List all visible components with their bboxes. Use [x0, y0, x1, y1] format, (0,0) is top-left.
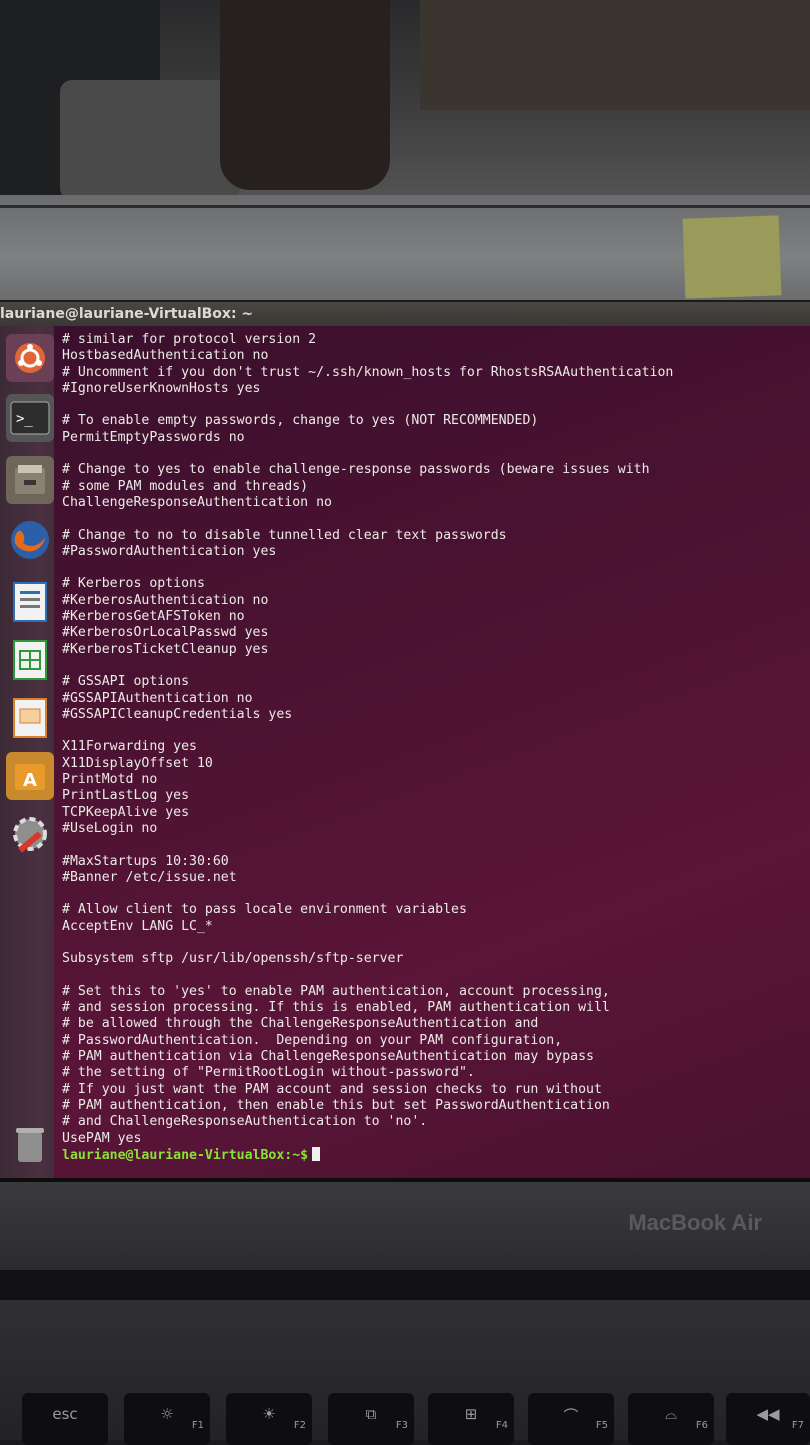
terminal-line: PrintLastLog yes: [62, 788, 190, 804]
key-label: esc: [52, 1405, 78, 1423]
terminal-line: ChallengeResponseAuthentication no: [62, 494, 332, 510]
shell-prompt[interactable]: lauriane@lauriane-VirtualBox:~$: [62, 1146, 807, 1163]
impress-icon[interactable]: [6, 694, 54, 742]
terminal-line: # similar for protocol version 2: [62, 332, 317, 347]
terminal-line: # Kerberos options: [62, 576, 205, 592]
terminal-line: X11Forwarding yes: [62, 739, 197, 755]
key-fn-label: F1: [191, 1420, 204, 1431]
terminal-line: AcceptEnv LANG LC_*: [62, 918, 213, 934]
key-fn-label: F5: [595, 1420, 608, 1431]
terminal-line: # To enable empty passwords, change to y…: [62, 413, 539, 429]
key-f2[interactable]: ☀ F2: [226, 1393, 312, 1445]
terminal-line: #KerberosAuthentication no: [62, 592, 269, 608]
laptop-bezel: MacBook Air: [0, 1182, 810, 1277]
terminal-line: PrintMotd no: [62, 772, 158, 788]
terminal-line: # Change to no to disable tunnelled clea…: [62, 527, 507, 543]
svg-text:A: A: [23, 770, 37, 791]
key-f1[interactable]: ☼ F1: [124, 1393, 210, 1445]
terminal-line: # the setting of "PermitRootLogin withou…: [62, 1065, 475, 1081]
firefox-icon[interactable]: [6, 516, 54, 564]
key-f3[interactable]: ⧉ F3: [328, 1393, 414, 1445]
key-f7[interactable]: ◀◀ F7: [726, 1393, 810, 1445]
terminal-line: Subsystem sftp /usr/lib/openssh/sftp-ser…: [62, 951, 404, 967]
terminal-line: # If you just want the PAM account and s…: [62, 1081, 602, 1097]
terminal-line: #KerberosOrLocalPasswd yes: [62, 625, 269, 641]
terminal-line: #PasswordAuthentication yes: [62, 543, 277, 559]
terminal-line: #GSSAPIAuthentication no: [62, 690, 253, 706]
shell-prompt-text: lauriane@lauriane-VirtualBox:~$: [62, 1147, 309, 1163]
svg-text:>_: >_: [16, 411, 33, 427]
key-f5[interactable]: ⌒ F5: [528, 1393, 614, 1445]
text-cursor: [312, 1146, 321, 1161]
background-object: [220, 0, 390, 190]
terminal-line: X11DisplayOffset 10: [62, 755, 213, 771]
background-object: [60, 80, 240, 200]
laptop-brand-label: MacBook Air: [628, 1210, 762, 1235]
terminal-line: # PAM authentication, then enable this b…: [62, 1097, 610, 1113]
terminal-line: TCPKeepAlive yes: [62, 804, 190, 820]
terminal-line: # be allowed through the ChallengeRespon…: [62, 1016, 539, 1032]
terminal-line: # GSSAPI options: [62, 674, 190, 690]
terminal-line: # PasswordAuthentication. Depending on y…: [62, 1032, 563, 1048]
key-f4[interactable]: ⊞ F4: [428, 1393, 514, 1445]
software-center-icon[interactable]: A: [6, 752, 54, 800]
key-fn-label: F6: [695, 1420, 708, 1431]
terminal-line: # and session processing. If this is ena…: [62, 1000, 610, 1016]
key-esc[interactable]: esc: [22, 1393, 108, 1445]
terminal-line: # some PAM modules and threads): [62, 478, 309, 494]
terminal-line: #GSSAPICleanupCredentials yes: [62, 706, 293, 722]
terminal-line: #MaxStartups 10:30:60: [62, 853, 229, 869]
terminal-line: HostbasedAuthentication no: [62, 348, 269, 364]
terminal-line: # Uncomment if you don't trust ~/.ssh/kn…: [62, 364, 674, 380]
terminal-line: #KerberosGetAFSToken no: [62, 609, 245, 625]
calc-icon[interactable]: [6, 636, 54, 684]
settings-icon[interactable]: [6, 810, 54, 858]
background-object: [420, 0, 810, 110]
key-f6[interactable]: ⌓ F6: [628, 1393, 714, 1445]
key-fn-label: F3: [395, 1420, 408, 1431]
key-fn-label: F2: [293, 1420, 306, 1431]
terminal-line: #IgnoreUserKnownHosts yes: [62, 380, 261, 396]
terminal-line: # Change to yes to enable challenge-resp…: [62, 462, 650, 478]
terminal-line: # and ChallengeResponseAuthentication to…: [62, 1114, 428, 1130]
files-icon[interactable]: [6, 456, 54, 504]
terminal-line: # Allow client to pass locale environmen…: [62, 902, 467, 918]
terminal-line: # Set this to 'yes' to enable PAM authen…: [62, 983, 610, 999]
terminal-line: #KerberosTicketCleanup yes: [62, 641, 269, 657]
terminal-window[interactable]: # similar for protocol version 2 Hostbase…: [54, 326, 810, 1178]
terminal-output: # similar for protocol version 2 Hostbase…: [62, 332, 807, 1163]
key-fn-label: F4: [495, 1420, 508, 1431]
window-title: lauriane@lauriane-VirtualBox: ~: [0, 306, 254, 322]
sticky-note: [682, 215, 782, 299]
key-fn-label: F7: [791, 1420, 804, 1431]
ubuntu-dash-icon[interactable]: [6, 334, 54, 382]
window-titlebar[interactable]: lauriane@lauriane-VirtualBox: ~: [0, 302, 810, 326]
terminal-icon[interactable]: >_: [6, 394, 54, 442]
laptop-screen: lauriane@lauriane-VirtualBox: ~ >_ A # s…: [0, 302, 810, 1182]
trash-icon[interactable]: [6, 1120, 54, 1168]
terminal-line: #Banner /etc/issue.net: [62, 869, 237, 885]
laptop-hinge: [0, 1270, 810, 1300]
background-room: [0, 0, 810, 205]
terminal-line: UsePAM yes: [62, 1130, 142, 1146]
writer-icon[interactable]: [6, 578, 54, 626]
terminal-line: PermitEmptyPasswords no: [62, 429, 245, 445]
terminal-line: #UseLogin no: [62, 820, 158, 836]
terminal-line: # PAM authentication via ChallengeRespon…: [62, 1049, 594, 1065]
